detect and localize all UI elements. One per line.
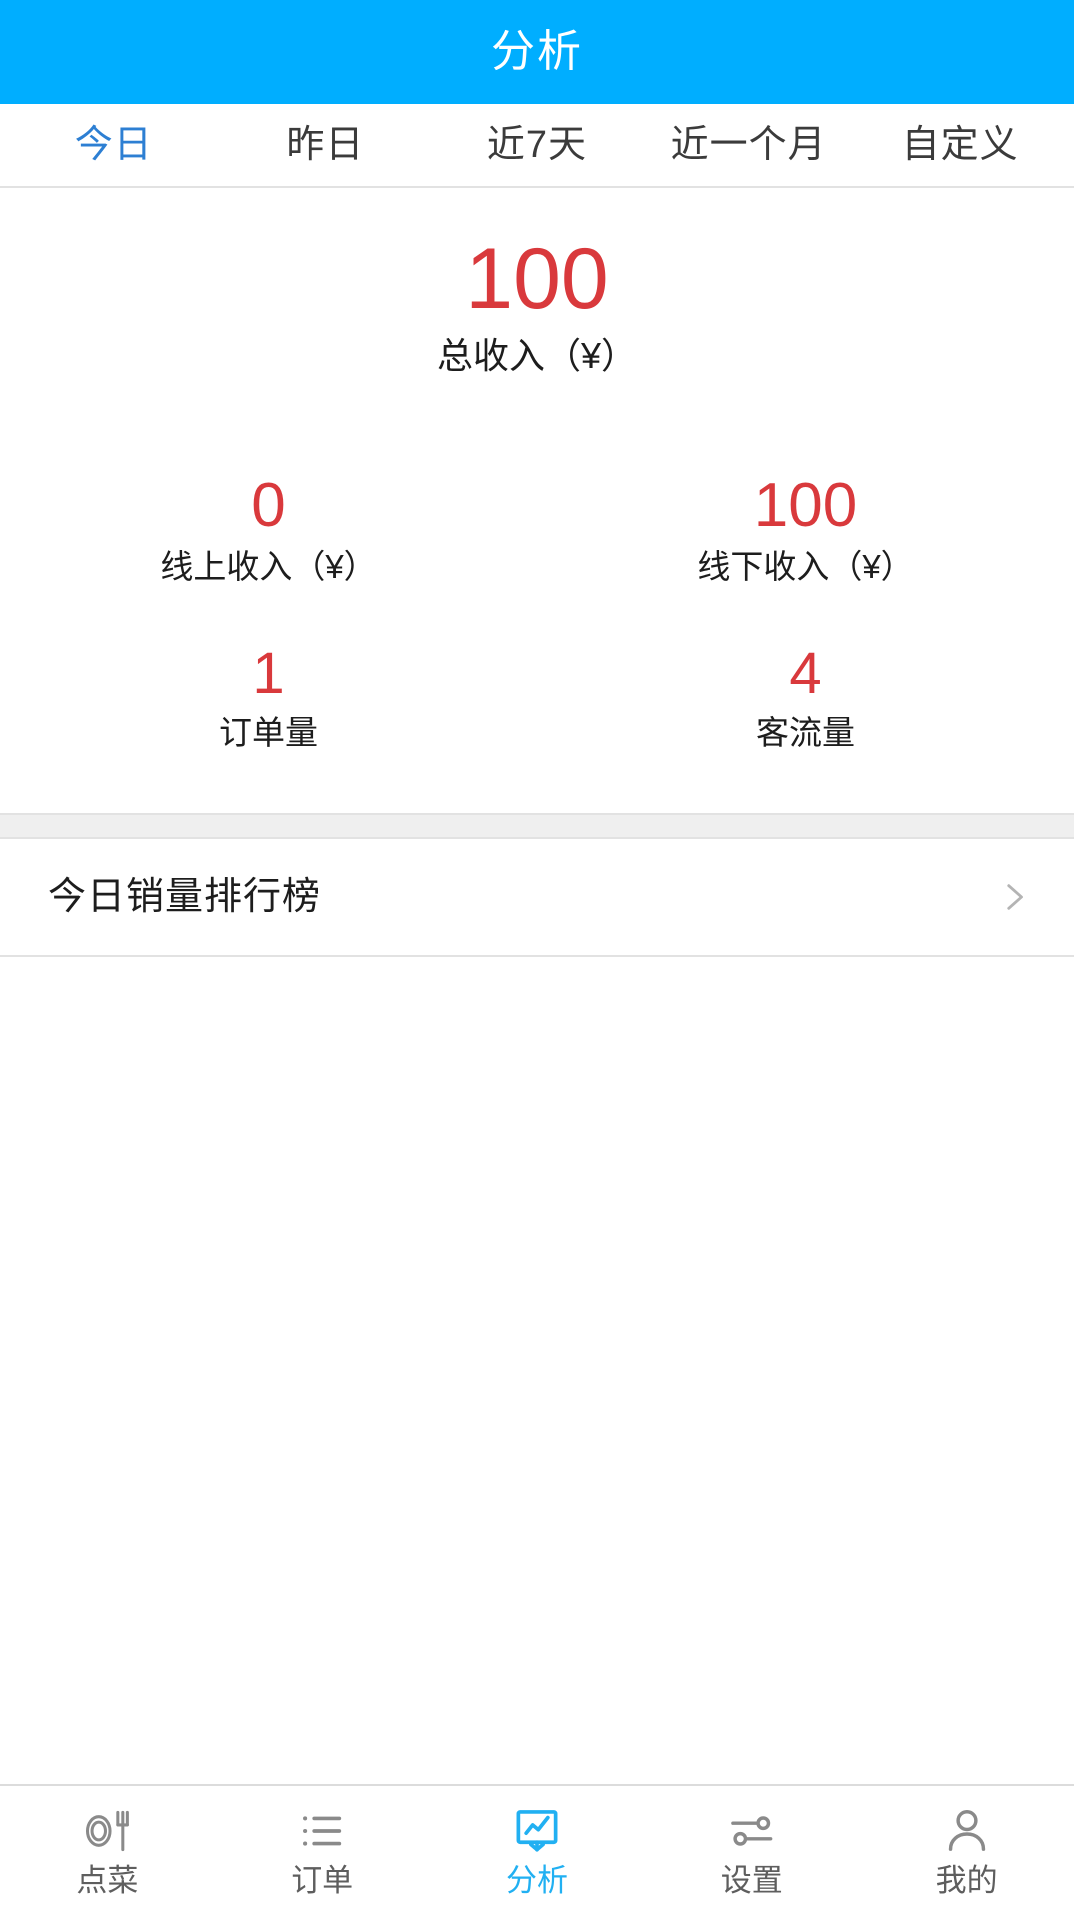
stat-total-revenue: 100 总收入（¥） [0,210,1074,377]
nav-item-analysis[interactable]: 分析 [430,1805,645,1896]
app-header: 分析 [0,0,1074,104]
nav-item-profile[interactable]: 我的 [859,1805,1074,1896]
chevron-right-icon [996,880,1030,914]
stat-customer-traffic: 4 客流量 [537,641,1074,752]
total-revenue-label: 总收入（¥） [436,335,638,377]
total-revenue-value: 100 [465,231,609,327]
nav-label-settings: 设置 [720,1862,783,1898]
nav-label-orders: 订单 [291,1862,354,1898]
bottom-nav-bar: 点菜 订单 分析 设置 我的 [0,1784,1074,1914]
nav-item-orders[interactable]: 订单 [215,1805,430,1896]
stats-bottom-spacer [0,753,1074,813]
plate-fork-icon [81,1805,133,1857]
order-count-value: 1 [252,641,285,707]
nav-label-analysis: 分析 [505,1862,568,1898]
tab-custom[interactable]: 自定义 [854,126,1066,164]
period-tab-bar: 今日 昨日 近7天 近一个月 自定义 [0,104,1074,188]
stat-online-revenue: 0 线上收入（¥） [0,473,537,586]
empty-content-area [0,956,1074,1784]
online-revenue-value: 0 [251,471,286,541]
order-count-label: 订单量 [219,714,318,752]
chart-board-icon [511,1805,563,1857]
stat-order-count: 1 订单量 [0,641,537,752]
tab-last-7-days[interactable]: 近7天 [431,126,643,164]
online-revenue-label: 线上收入（¥） [160,547,377,585]
section-divider [0,812,1074,839]
stats-revenue-row: 0 线上收入（¥） 100 线下收入（¥） [0,473,1074,586]
person-icon [941,1805,993,1857]
nav-item-settings[interactable]: 设置 [644,1805,859,1896]
list-icon [296,1805,348,1857]
nav-label-order-food: 点菜 [76,1862,139,1898]
tab-today[interactable]: 今日 [8,126,220,164]
tab-last-month[interactable]: 近一个月 [643,126,855,164]
nav-item-order-food[interactable]: 点菜 [0,1805,215,1896]
tab-yesterday[interactable]: 昨日 [220,126,432,164]
sales-ranking-label: 今日销量排行榜 [48,875,322,918]
customer-traffic-label: 客流量 [756,714,855,752]
page-title: 分析 [491,27,583,76]
sales-ranking-row[interactable]: 今日销量排行榜 [0,838,1074,957]
stats-count-row: 1 订单量 4 客流量 [0,641,1074,752]
customer-traffic-value: 4 [789,641,822,707]
sliders-icon [726,1805,778,1857]
offline-revenue-value: 100 [753,471,858,541]
app-screen: 分析 今日 昨日 近7天 近一个月 自定义 100 总收入（¥） 0 线上收入（… [0,0,1074,1914]
stats-panel: 100 总收入（¥） 0 线上收入（¥） 100 线下收入（¥） 1 订单量 4… [0,188,1074,813]
nav-label-profile: 我的 [935,1862,998,1898]
stat-offline-revenue: 100 线下收入（¥） [537,473,1074,586]
offline-revenue-label: 线下收入（¥） [697,547,914,585]
